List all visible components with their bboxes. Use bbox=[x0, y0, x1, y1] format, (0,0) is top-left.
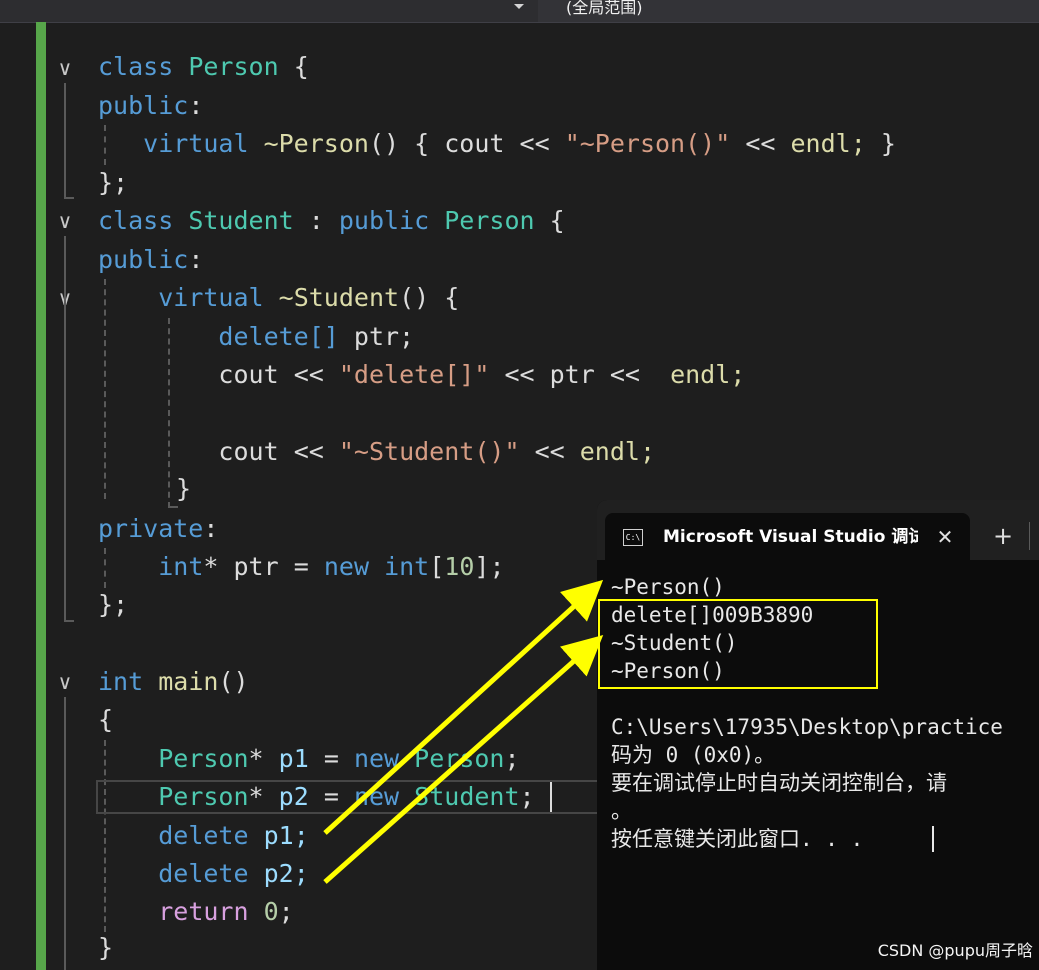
console-output-line: 按任意键关闭此窗口. . . bbox=[611, 827, 864, 851]
terminal-icon: C:\ bbox=[623, 529, 643, 546]
watermark: CSDN @pupu周子晗 bbox=[877, 941, 1033, 960]
chevron-down-icon[interactable] bbox=[514, 4, 524, 9]
code-line-7[interactable]: virtual ~Student() { bbox=[98, 279, 459, 317]
fold-guide-line bbox=[64, 236, 66, 622]
code-line-8[interactable]: delete[] ptr; bbox=[98, 318, 414, 356]
fold-chevron-icon[interactable]: ∨ bbox=[54, 57, 76, 79]
console-tab-bar: C:\ Microsoft Visual Studio 调试控制台 ✕ + bbox=[597, 500, 1039, 560]
code-line-9[interactable]: cout << "delete[]" << ptr << endl; bbox=[98, 356, 745, 394]
code-line-3[interactable]: virtual ~Person() { cout << "~Person()" … bbox=[98, 125, 896, 163]
code-line-13[interactable]: private: bbox=[98, 510, 218, 548]
code-line-15[interactable]: }; bbox=[98, 586, 128, 624]
fold-guide-end bbox=[64, 620, 74, 622]
change-tracking-bar bbox=[36, 22, 46, 970]
console-output-line: 码为 0 (0x0)。 bbox=[611, 743, 776, 767]
code-line-20[interactable]: Person* p2 = new Student; bbox=[98, 778, 534, 816]
code-line-18[interactable]: { bbox=[98, 701, 113, 739]
code-line-24[interactable]: } bbox=[98, 929, 113, 967]
console-caret bbox=[932, 826, 934, 852]
fold-chevron-icon[interactable]: ∨ bbox=[54, 671, 76, 693]
code-line-21[interactable]: delete p1; bbox=[98, 817, 309, 855]
editor-navigation-bar: (全局范围) bbox=[0, 0, 1039, 23]
code-line-23[interactable]: return 0; bbox=[98, 893, 294, 931]
output-highlight-box bbox=[598, 599, 878, 689]
fold-guide-end bbox=[64, 197, 74, 199]
debug-console-window[interactable]: C:\ Microsoft Visual Studio 调试控制台 ✕ + ~P… bbox=[597, 500, 1039, 970]
code-line-17[interactable]: int main() bbox=[98, 663, 249, 701]
console-tab[interactable]: C:\ Microsoft Visual Studio 调试控制台 ✕ bbox=[605, 513, 970, 560]
scope-label: (全局范围) bbox=[566, 0, 643, 17]
console-output-line: 。 bbox=[611, 799, 632, 823]
console-output-line: C:\Users\17935\Desktop\practice bbox=[611, 715, 1003, 739]
text-caret bbox=[550, 782, 552, 812]
code-line-2[interactable]: public: bbox=[98, 87, 203, 125]
code-line-22[interactable]: delete p2; bbox=[98, 855, 309, 893]
tab-divider bbox=[1029, 522, 1030, 550]
code-line-6[interactable]: public: bbox=[98, 241, 203, 279]
fold-guide-line bbox=[64, 697, 66, 970]
console-output-line: 要在调试停止时自动关闭控制台，请 bbox=[611, 771, 947, 795]
new-tab-plus-icon[interactable]: + bbox=[989, 522, 1017, 550]
code-line-1[interactable]: class Person { bbox=[98, 48, 309, 86]
code-line-4[interactable]: }; bbox=[98, 164, 128, 202]
code-line-14[interactable]: int* ptr = new int[10]; bbox=[98, 548, 504, 586]
code-line-11[interactable]: cout << "~Student()" << endl; bbox=[98, 433, 655, 471]
close-icon[interactable]: ✕ bbox=[931, 523, 959, 551]
console-output-line: ~Person() bbox=[611, 575, 725, 599]
fold-chevron-icon[interactable]: ∨ bbox=[54, 210, 76, 232]
code-line-5[interactable]: class Student : public Person { bbox=[98, 202, 565, 240]
console-tab-title: Microsoft Visual Studio 调试控制台 bbox=[663, 527, 918, 547]
fold-guide-line bbox=[64, 83, 66, 199]
code-line-12[interactable]: } bbox=[176, 470, 191, 508]
code-line-19[interactable]: Person* p1 = new Person; bbox=[98, 740, 519, 778]
